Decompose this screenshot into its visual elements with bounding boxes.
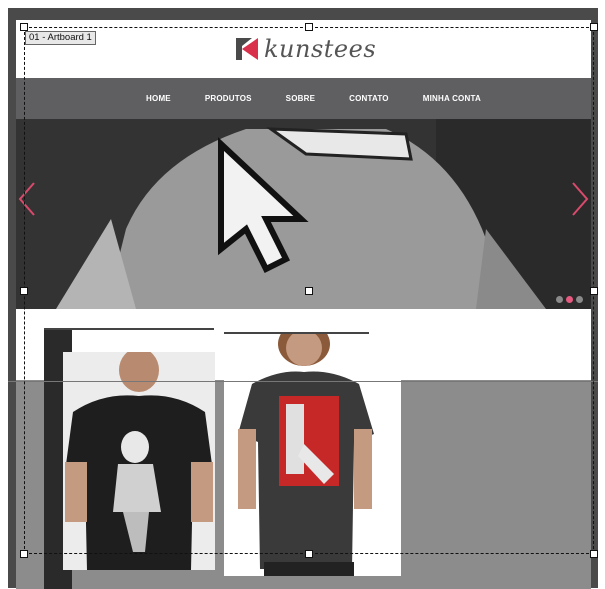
product-image-stormtrooper-tee[interactable] (63, 352, 215, 570)
resize-handle-top[interactable] (305, 23, 313, 31)
resize-handle-bottom-left[interactable] (20, 550, 28, 558)
logo-text: kunstees (264, 35, 377, 63)
nav-item-contato[interactable]: CONTATO (349, 94, 389, 103)
nav-item-produtos[interactable]: PRODUTOS (205, 94, 252, 103)
logo[interactable]: kunstees (236, 34, 376, 64)
logo-mark-icon (236, 38, 258, 60)
hero-image (16, 119, 591, 309)
slider-dot[interactable] (556, 296, 563, 303)
main-nav: HOME PRODUTOS SOBRE CONTATO MINHA CONTA (16, 78, 591, 119)
nav-item-minha-conta[interactable]: MINHA CONTA (423, 94, 481, 103)
chevron-left-icon[interactable] (16, 179, 38, 219)
nav-item-sobre[interactable]: SOBRE (286, 94, 315, 103)
resize-handle-bottom[interactable] (305, 550, 313, 558)
nav-item-home[interactable]: HOME (146, 94, 171, 103)
slider-dot[interactable] (576, 296, 583, 303)
product-image-book-tee[interactable] (224, 334, 401, 576)
resize-handle-top-left[interactable] (20, 23, 28, 31)
resize-handle-top-right[interactable] (590, 23, 598, 31)
resize-handle-left[interactable] (20, 287, 28, 295)
hero-slider[interactable] (16, 119, 591, 309)
slider-dot-active[interactable] (566, 296, 573, 303)
chevron-right-icon[interactable] (569, 179, 591, 219)
artboard-label[interactable]: 01 - Artboard 1 (25, 31, 96, 45)
resize-handle-bottom-right[interactable] (590, 550, 598, 558)
guide-line (8, 381, 598, 382)
resize-handle-right[interactable] (590, 287, 598, 295)
slider-dots (556, 296, 583, 303)
resize-handle-center[interactable] (305, 287, 313, 295)
